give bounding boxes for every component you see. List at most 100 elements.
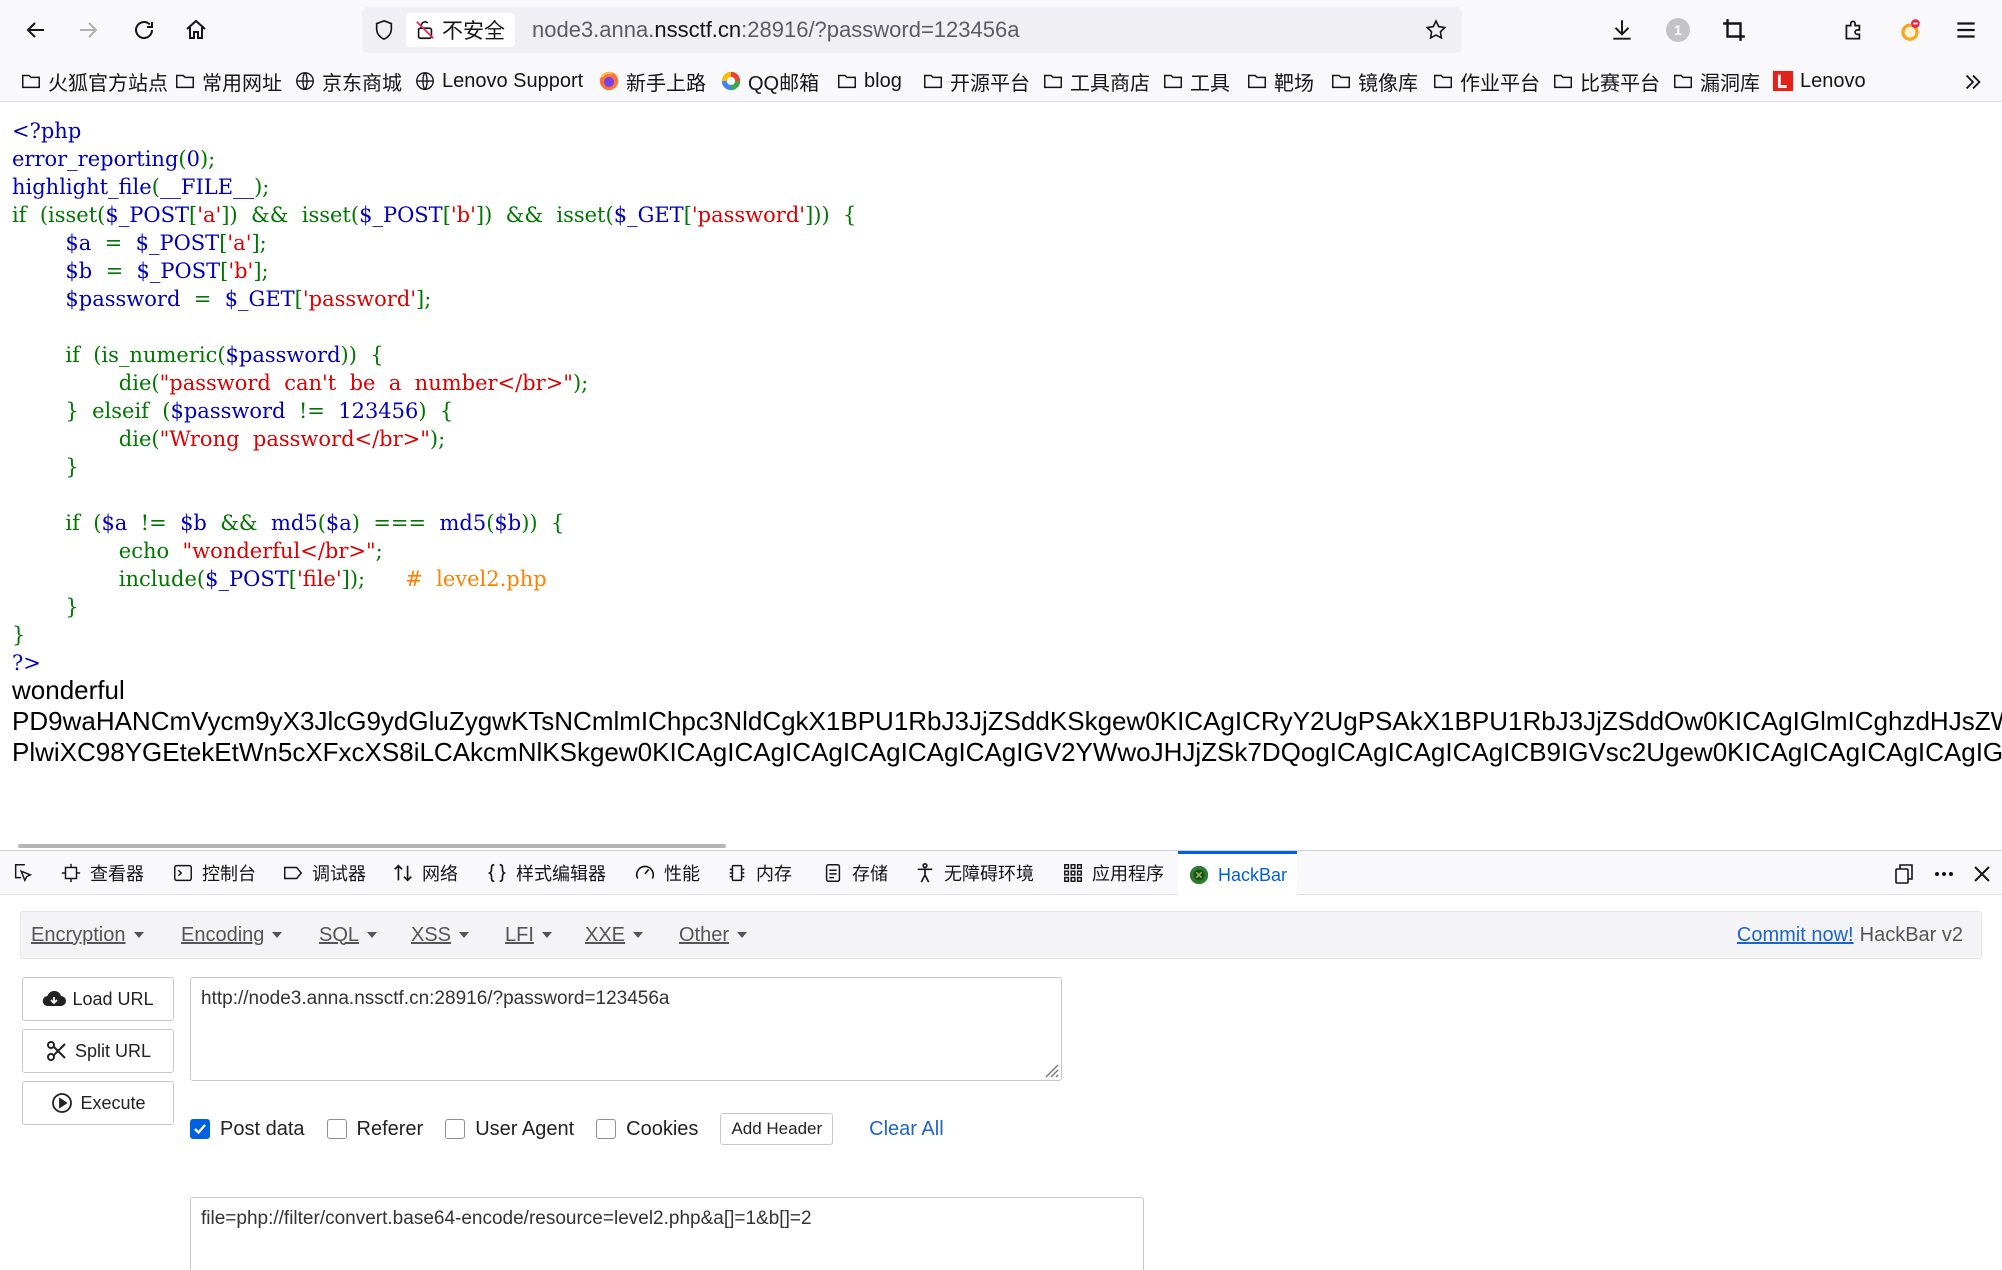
post-data-checkbox[interactable] xyxy=(190,1119,210,1139)
url-textarea[interactable]: http://node3.anna.nssctf.cn:28916/?passw… xyxy=(190,977,1062,1081)
bookmark-item[interactable]: 开源平台 xyxy=(922,60,1030,102)
commit-now-link[interactable]: Commit now! xyxy=(1737,924,1854,947)
tab-storage[interactable]: 存储 xyxy=(822,851,888,895)
url-text[interactable]: node3.anna. nssctf.cn:28916/?password=123… xyxy=(532,7,1019,53)
tab-inspector[interactable]: 查看器 xyxy=(60,851,144,895)
extension-badge: 1 xyxy=(1666,18,1690,42)
code-token: error_reporting xyxy=(12,147,179,171)
referer-option[interactable]: Referer xyxy=(326,1118,423,1141)
downloads-button[interactable] xyxy=(1602,10,1642,50)
menu-xss[interactable]: XSS xyxy=(411,912,470,958)
menu-other[interactable]: Other xyxy=(679,912,748,958)
code-token: $_POST xyxy=(105,203,189,227)
code-token: [ xyxy=(683,203,692,227)
code-token: ( xyxy=(151,175,160,199)
cookies-option[interactable]: Cookies xyxy=(596,1118,698,1141)
tab-application[interactable]: 应用程序 xyxy=(1062,851,1164,895)
account-avatar-button[interactable] xyxy=(1890,10,1930,50)
bookmark-item[interactable]: 工具商店 xyxy=(1042,60,1150,102)
post-data-textarea[interactable]: file=php://filter/convert.base64-encode/… xyxy=(190,1197,1144,1270)
post-data-label: Post data xyxy=(220,1117,305,1140)
extensions-button[interactable] xyxy=(1834,10,1874,50)
resize-handle-icon[interactable] xyxy=(1041,1060,1059,1078)
bookmark-item[interactable]: 工具 xyxy=(1162,60,1230,102)
bookmark-star-button[interactable] xyxy=(1420,14,1452,46)
bookmark-item[interactable]: QQ邮箱 xyxy=(720,60,819,102)
app-menu-button[interactable] xyxy=(1946,10,1986,50)
bookmark-item[interactable]: 比赛平台 xyxy=(1552,60,1660,102)
tab-style-editor[interactable]: 样式编辑器 xyxy=(486,851,606,895)
code-line: } elseif ($password != 123456) { xyxy=(12,397,856,425)
screenshot-button[interactable] xyxy=(1714,10,1754,50)
menu-encoding[interactable]: Encoding xyxy=(181,912,283,958)
bookmark-item[interactable]: Lenovo xyxy=(1772,60,1866,102)
devtools-close-button[interactable] xyxy=(1968,860,1996,888)
bookmarks-toolbar: 火狐官方站点 常用网址 京东商城 Lenovo Support 新手上路 QQ邮… xyxy=(0,60,2002,102)
tab-accessibility[interactable]: 无障碍环境 xyxy=(914,851,1034,895)
code-token: && xyxy=(220,511,271,535)
code-token: } elseif ( xyxy=(12,399,171,423)
bookmark-label: 工具商店 xyxy=(1070,72,1150,95)
url-domain: nssctf.cn xyxy=(654,17,742,42)
folder-icon xyxy=(1164,74,1182,89)
folder-icon xyxy=(1434,74,1452,89)
horizontal-scrollbar[interactable] xyxy=(18,844,726,848)
post-data-option[interactable]: Post data xyxy=(190,1118,305,1141)
code-token: 0 xyxy=(186,147,200,171)
tab-debugger[interactable]: 调试器 xyxy=(282,851,366,895)
url-bar[interactable]: 不安全 node3.anna. nssctf.cn:28916/?password… xyxy=(362,7,1462,53)
menu-xxe[interactable]: XXE xyxy=(585,912,644,958)
user-agent-label: User Agent xyxy=(475,1117,575,1140)
tab-network[interactable]: 网络 xyxy=(392,851,458,895)
extension-button[interactable]: 1 xyxy=(1658,10,1698,50)
reload-button[interactable] xyxy=(124,10,164,50)
home-button[interactable] xyxy=(176,10,216,50)
bookmark-item[interactable]: 漏洞库 xyxy=(1672,60,1760,102)
bookmark-item[interactable]: Lenovo Support xyxy=(414,60,583,102)
tab-console[interactable]: 控制台 xyxy=(172,851,256,895)
tab-performance[interactable]: 性能 xyxy=(634,851,700,895)
cookies-checkbox[interactable] xyxy=(596,1119,617,1139)
bookmark-item[interactable]: 京东商城 xyxy=(294,60,402,102)
split-url-button[interactable]: Split URL xyxy=(22,1029,174,1073)
user-agent-checkbox[interactable] xyxy=(445,1119,466,1139)
insecure-connection-badge[interactable]: 不安全 xyxy=(406,13,515,47)
execute-button[interactable]: Execute xyxy=(22,1081,174,1125)
bookmark-item[interactable]: 常用网址 xyxy=(174,60,282,102)
menu-sql[interactable]: SQL xyxy=(319,912,378,958)
menu-lfi[interactable]: LFI xyxy=(505,912,552,958)
bookmark-item[interactable]: 镜像库 xyxy=(1330,60,1418,102)
code-line: highlight_file(__FILE__); xyxy=(12,173,856,201)
bookmark-item[interactable]: 靶场 xyxy=(1246,60,1314,102)
bookmark-item[interactable]: blog xyxy=(836,60,902,102)
user-agent-option[interactable]: User Agent xyxy=(445,1118,574,1141)
load-url-button[interactable]: Load URL xyxy=(22,977,174,1021)
devtools-more-button[interactable] xyxy=(1930,860,1958,888)
bookmark-item[interactable]: 火狐官方站点 xyxy=(20,60,168,102)
tab-hackbar[interactable]: HackBar xyxy=(1178,851,1298,896)
referer-checkbox[interactable] xyxy=(326,1119,347,1139)
element-picker-button[interactable] xyxy=(12,851,34,895)
more-dots-icon xyxy=(1935,872,1953,876)
code-token: $_POST xyxy=(136,259,221,283)
bookmarks-overflow-button[interactable] xyxy=(1958,67,1988,97)
back-button[interactable] xyxy=(16,10,56,50)
dock-toggle-button[interactable] xyxy=(1890,860,1918,888)
url-prefix: node3.anna. xyxy=(532,17,655,42)
forward-button[interactable] xyxy=(68,10,108,50)
bookmark-label: 作业平台 xyxy=(1460,72,1540,95)
tab-memory[interactable]: 内存 xyxy=(726,851,792,895)
menu-encryption[interactable]: Encryption xyxy=(31,912,144,958)
code-line: } xyxy=(12,593,856,621)
bookmark-item[interactable]: 作业平台 xyxy=(1432,60,1540,102)
bookmark-item[interactable]: 新手上路 xyxy=(598,60,706,102)
tracking-shield-icon[interactable] xyxy=(368,14,400,46)
add-header-button[interactable]: Add Header xyxy=(720,1113,834,1145)
clear-all-link[interactable]: Clear All xyxy=(869,1118,943,1141)
code-token: 'password' xyxy=(302,287,417,311)
caret-down-icon xyxy=(541,932,552,938)
debugger-icon xyxy=(284,866,303,880)
code-token: "wonderful</br>" xyxy=(182,539,376,563)
code-token: $password xyxy=(225,343,341,367)
